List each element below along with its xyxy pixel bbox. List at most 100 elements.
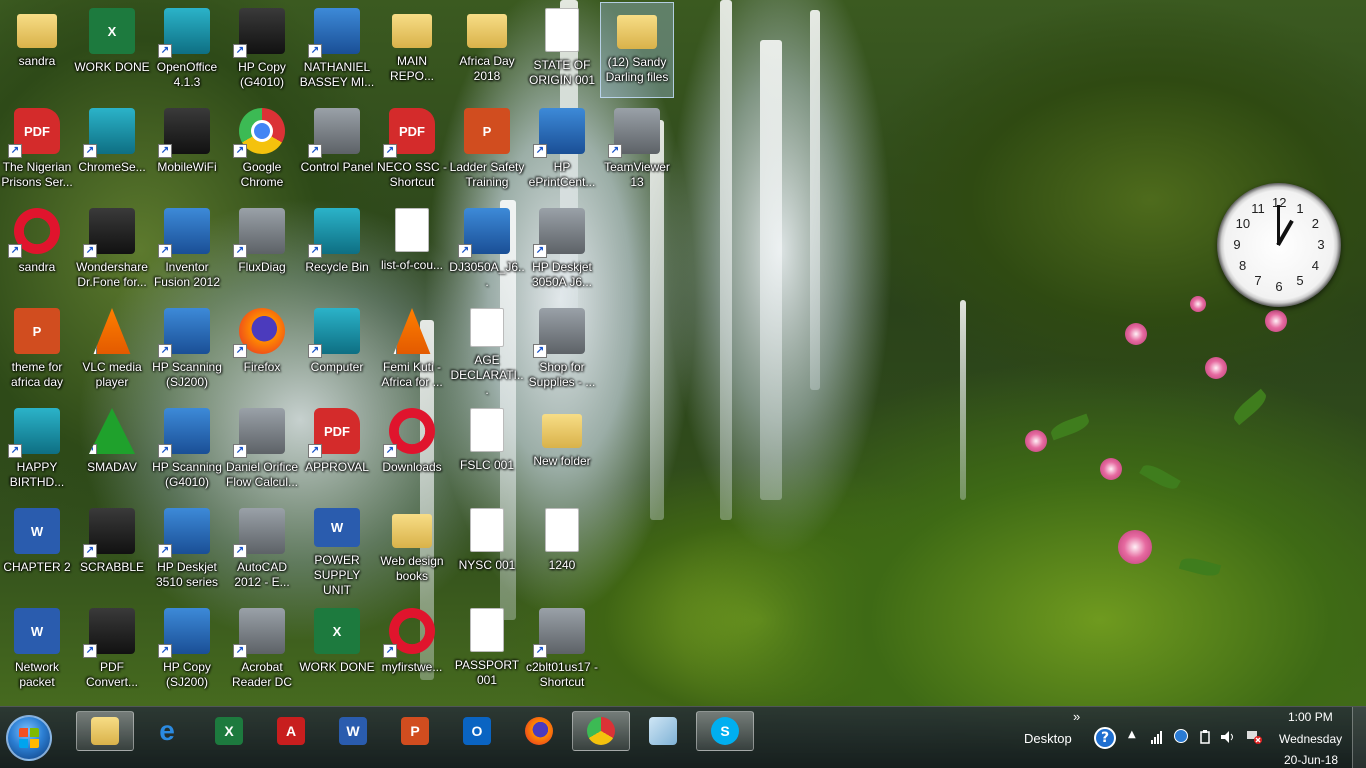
desktop-icon-web-design-books[interactable]: Web design books xyxy=(375,502,449,598)
desktop-icon-label: sandra xyxy=(18,260,56,274)
desktop-icon-doc-1240[interactable]: 1240 xyxy=(525,502,599,598)
desktop-icon-happy-birthday[interactable]: ↗ HAPPY BIRTHD... xyxy=(0,402,74,498)
desktop-icon-label: AutoCAD 2012 - E... xyxy=(234,560,290,589)
desktop-icon-nysc-001[interactable]: NYSC 001 xyxy=(450,502,524,598)
network-disconnected-icon[interactable] xyxy=(1246,729,1262,744)
taskbar-button-unknown[interactable] xyxy=(634,711,692,751)
show-desktop-button[interactable] xyxy=(1352,707,1366,768)
clock-time[interactable]: 1:00 PM xyxy=(1288,710,1333,724)
desktop-icon-label: APPROVAL xyxy=(305,460,369,474)
desktop-icon-power-supply[interactable]: W POWER SUPPLY UNIT xyxy=(300,502,374,598)
network-icon[interactable] xyxy=(1174,729,1188,743)
shortcut-arrow-icon: ↗ xyxy=(233,44,247,58)
desktop-icon-chromese[interactable]: ↗ ChromeSe... xyxy=(75,102,149,198)
desktop-icon-nigerian-prisons[interactable]: PDF ↗ The Nigerian Prisons Ser... xyxy=(0,102,74,198)
desktop-icon-downloads[interactable]: ↗ Downloads xyxy=(375,402,449,498)
desktop-icon-wondershare[interactable]: ↗ Wondershare Dr.Fone for... xyxy=(75,202,149,298)
desktop-icon-shop-supplies[interactable]: ↗ Shop for Supplies - ... xyxy=(525,302,599,398)
usb-device-icon[interactable] xyxy=(1198,729,1212,744)
taskbar-button-explorer[interactable] xyxy=(76,711,134,751)
desktop-icon-femi-kuti[interactable]: ↗ Femi Kuti - Africa for ... xyxy=(375,302,449,398)
clock-day[interactable]: Wednesday xyxy=(1279,732,1342,746)
desktop-icon-passport[interactable]: PASSPORT 001 xyxy=(450,602,524,698)
desktop-icon-sandra-opera[interactable]: ↗ sandra xyxy=(0,202,74,298)
desktop-icon-nathaniel[interactable]: ↗ NATHANIEL BASSEY MI... xyxy=(300,2,374,98)
desktop-icon-sandra-folder[interactable]: sandra xyxy=(0,2,74,98)
desktop-icon-approval[interactable]: PDF ↗ APPROVAL xyxy=(300,402,374,498)
desktop-icon-google-chrome[interactable]: ↗ Google Chrome xyxy=(225,102,299,198)
desktop-icon-fluxdiag[interactable]: ↗ FluxDiag xyxy=(225,202,299,298)
pdf-icon: PDF ↗ xyxy=(308,408,360,458)
desktop-icon-scrabble[interactable]: ↗ SCRABBLE xyxy=(75,502,149,598)
desktop-icon-label: theme for africa day xyxy=(10,360,64,389)
desktop-icon-label: MobileWiFi xyxy=(157,160,217,174)
desktop-icon-recycle-bin[interactable]: ↗ Recycle Bin xyxy=(300,202,374,298)
desktop-icon-network-packet[interactable]: W Network packet xyxy=(0,602,74,698)
desktop-icon-main-repo[interactable]: MAIN REPO... xyxy=(375,2,449,98)
desktop-icon-control-panel[interactable]: ↗ Control Panel xyxy=(300,102,374,198)
desktop-icon-daniel-orifice[interactable]: ↗ Daniel Orifice Flow Calcul... xyxy=(225,402,299,498)
taskbar-button-excel[interactable]: X xyxy=(200,711,258,751)
clock-gadget[interactable]: 12 1 2 3 4 5 6 7 8 9 10 11 xyxy=(1217,183,1341,307)
desktop-icon-label: ChromeSe... xyxy=(78,160,146,174)
taskbar-button-skype[interactable]: S xyxy=(696,711,754,751)
desktop-icon-list-of-cou[interactable]: list-of-cou... xyxy=(375,202,449,298)
app-icon: ↗ xyxy=(533,608,585,658)
desktop-icon-inventor-fusion[interactable]: ↗ Inventor Fusion 2012 xyxy=(150,202,224,298)
start-button[interactable] xyxy=(6,715,52,761)
help-icon[interactable]: ? xyxy=(1094,727,1116,749)
shortcut-arrow-icon: ↗ xyxy=(383,644,397,658)
folder-icon xyxy=(392,14,432,48)
desktop-icon-myfirstwe[interactable]: ↗ myfirstwe... xyxy=(375,602,449,698)
desktop-icon-c2blt01us17[interactable]: ↗ c2blt01us17 - Shortcut xyxy=(525,602,599,698)
desktop-icon-hp-scanning-g4010[interactable]: ↗ HP Scanning (G4010) xyxy=(150,402,224,498)
desktop-icon-work-done-2[interactable]: X WORK DONE xyxy=(299,602,375,698)
desktop-icon-vlc[interactable]: ↗ VLC media player xyxy=(75,302,149,398)
desktop-icon-state-of-origin[interactable]: STATE OF ORIGIN 001 xyxy=(525,2,599,98)
taskbar-button-acrobat[interactable]: A xyxy=(262,711,320,751)
desktop-icon-fslc-001[interactable]: FSLC 001 xyxy=(450,402,524,498)
desktop-icon-age-declaration[interactable]: AGE DECLARATI... xyxy=(450,302,524,398)
desktop-icon-firefox[interactable]: ↗ Firefox xyxy=(225,302,299,398)
desktop-icon-dj3050a[interactable]: ↗ DJ3050A_J6... xyxy=(449,202,525,298)
desktop-icon-new-folder[interactable]: New folder xyxy=(525,402,599,498)
desktop-icon-hp-eprint[interactable]: ↗ HP ePrintCent... xyxy=(525,102,599,198)
desktop-icon-hp-copy-sj200[interactable]: ↗ HP Copy (SJ200) xyxy=(150,602,224,698)
desktop-icon-hp-copy-g4010[interactable]: ↗ HP Copy (G4010) xyxy=(225,2,299,98)
clock-date[interactable]: 20-Jun-18 xyxy=(1284,753,1338,767)
volume-icon[interactable] xyxy=(1220,729,1234,743)
desktop-icon-sandy-darling[interactable]: (12) Sandy Darling files xyxy=(600,2,674,98)
desktop-icon-africa-day[interactable]: Africa Day 2018 xyxy=(450,2,524,98)
desktop-icon-label: (12) Sandy Darling files xyxy=(605,55,669,84)
taskbar-button-outlook[interactable]: O xyxy=(448,711,506,751)
desktop-toolbar-label[interactable]: Desktop xyxy=(1024,731,1072,746)
desktop-icon-teamviewer[interactable]: ↗ TeamViewer 13 xyxy=(600,102,674,198)
desktop-icon-label: HP Scanning (G4010) xyxy=(152,460,222,489)
desktop-icon-smadav[interactable]: ↗ SMADAV xyxy=(75,402,149,498)
desktop-icon-pdf-convert[interactable]: ↗ PDF Convert... xyxy=(75,602,149,698)
desktop-icon-computer[interactable]: ↗ Computer xyxy=(300,302,374,398)
taskbar-button-chrome[interactable] xyxy=(572,711,630,751)
taskbar-button-firefox[interactable] xyxy=(510,711,568,751)
desktop-icon-theme-africa-day[interactable]: Ptheme for africa day xyxy=(0,302,74,398)
desktop-icon-hp-scanning-sj200[interactable]: ↗ HP Scanning (SJ200) xyxy=(150,302,224,398)
taskbar-button-powerpoint[interactable]: P xyxy=(386,711,444,751)
desktop-icon-hp-deskjet-3510[interactable]: ↗ HP Deskjet 3510 series xyxy=(150,502,224,598)
flower xyxy=(1100,458,1122,480)
chrome-icon xyxy=(587,717,615,745)
signal-strength-icon[interactable] xyxy=(1150,729,1164,744)
desktop-icon-acrobat-reader[interactable]: ↗ Acrobat Reader DC xyxy=(225,602,299,698)
desktop-icon-openoffice[interactable]: ↗ OpenOffice 4.1.3 xyxy=(150,2,224,98)
desktop-icon-work-done-1[interactable]: X WORK DONE xyxy=(74,2,150,98)
taskbar-button-internet-explorer[interactable]: e xyxy=(138,711,196,751)
toolbar-chevron[interactable]: » xyxy=(1073,709,1080,724)
desktop-icon-ladder-safety[interactable]: P Ladder Safety Training xyxy=(450,102,524,198)
taskbar-button-word[interactable]: W xyxy=(324,711,382,751)
desktop-icon-mobilewifi[interactable]: ↗ MobileWiFi xyxy=(150,102,224,198)
desktop-icon-hp-deskjet-3050a[interactable]: ↗ HP Deskjet 3050A J6... xyxy=(525,202,599,298)
desktop-icon-neco-ssc[interactable]: PDF ↗ NECO SSC - Shortcut xyxy=(375,102,449,198)
app-icon: ↗ xyxy=(158,208,210,258)
show-hidden-icons-icon[interactable]: ▲ xyxy=(1128,729,1142,743)
desktop-icon-chapter-2[interactable]: W CHAPTER 2 xyxy=(0,502,74,598)
desktop-icon-autocad[interactable]: ↗ AutoCAD 2012 - E... xyxy=(225,502,299,598)
